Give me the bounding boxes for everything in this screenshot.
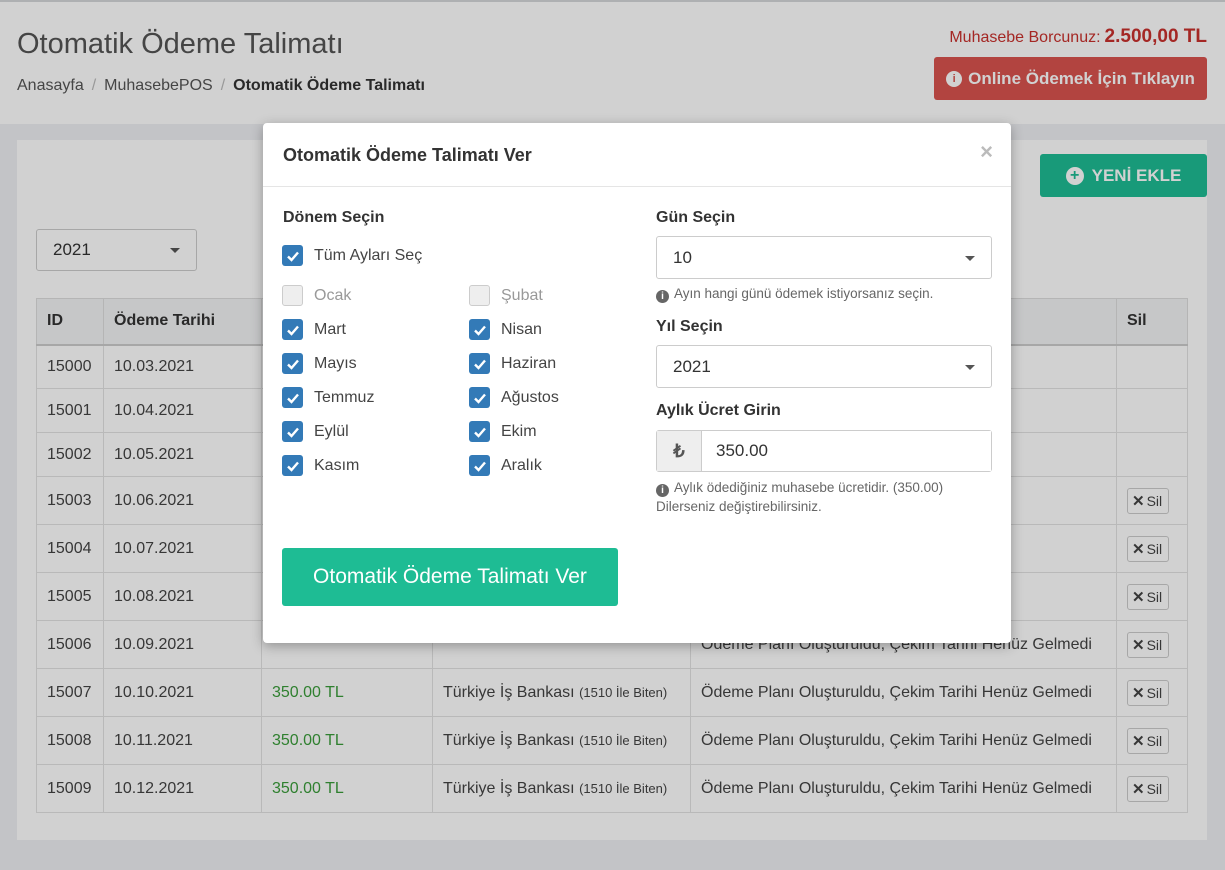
month-label: Ağustos [501, 388, 559, 406]
day-select-value: 10 [673, 247, 692, 267]
day-help-text: i Ayın hangi günü ödemek istiyorsanız se… [656, 284, 933, 303]
month-checkbox-row[interactable]: Haziran [469, 353, 556, 374]
year-select-value: 2021 [673, 356, 711, 376]
month-label: Ocak [314, 286, 352, 304]
month-label: Mart [314, 320, 346, 338]
day-select[interactable]: 10 [656, 236, 992, 279]
month-checkbox[interactable] [282, 353, 303, 374]
month-label: Nisan [501, 320, 542, 338]
select-all-label: Tüm Ayları Seç [314, 246, 423, 264]
month-checkbox-row: Şubat [469, 285, 543, 306]
month-checkbox-row[interactable]: Temmuz [282, 387, 374, 408]
day-help-label: Ayın hangi günü ödemek istiyorsanız seçi… [674, 286, 934, 301]
fee-input-group: ₺ [656, 430, 992, 472]
modal-header: Otomatik Ödeme Talimatı Ver × [263, 123, 1011, 187]
select-all-checkbox[interactable] [282, 245, 303, 266]
month-checkbox-row[interactable]: Mayıs [282, 353, 357, 374]
year-label: Yıl Seçin [656, 318, 723, 335]
month-checkbox[interactable] [282, 319, 303, 340]
month-checkbox [282, 285, 303, 306]
month-label: Mayıs [314, 354, 357, 372]
month-checkbox-row[interactable]: Aralık [469, 455, 542, 476]
close-icon[interactable]: × [980, 139, 993, 165]
month-label: Haziran [501, 354, 557, 372]
month-checkbox[interactable] [469, 421, 490, 442]
month-label: Aralık [501, 456, 542, 474]
modal-title: Otomatik Ödeme Talimatı Ver [283, 145, 532, 165]
month-checkbox[interactable] [469, 455, 490, 476]
month-label: Ekim [501, 422, 537, 440]
month-checkbox[interactable] [469, 353, 490, 374]
chevron-down-icon [965, 256, 975, 261]
fee-help-label: Aylık ödediğiniz muhasebe ücretidir. (35… [656, 480, 944, 514]
info-icon: i [656, 290, 669, 303]
month-checkbox-row[interactable]: Eylül [282, 421, 349, 442]
fee-help-text: i Aylık ödediğiniz muhasebe ücretidir. (… [656, 478, 976, 516]
month-checkbox[interactable] [282, 421, 303, 442]
select-all-checkbox-row[interactable]: Tüm Ayları Seç [282, 245, 422, 266]
month-checkbox-row[interactable]: Mart [282, 319, 346, 340]
period-label: Dönem Seçin [283, 209, 385, 226]
month-checkbox-row[interactable]: Ekim [469, 421, 537, 442]
month-checkbox-row[interactable]: Ağustos [469, 387, 559, 408]
year-select[interactable]: 2021 [656, 345, 992, 388]
day-label: Gün Seçin [656, 209, 736, 226]
month-label: Eylül [314, 422, 349, 440]
month-checkbox[interactable] [469, 319, 490, 340]
month-label: Kasım [314, 456, 360, 474]
submit-auto-payment-button[interactable]: Otomatik Ödeme Talimatı Ver [282, 548, 618, 606]
month-checkbox[interactable] [282, 387, 303, 408]
month-checkbox-row[interactable]: Nisan [469, 319, 542, 340]
lira-icon: ₺ [657, 431, 702, 471]
month-label: Temmuz [314, 388, 375, 406]
month-checkbox [469, 285, 490, 306]
month-checkbox-row[interactable]: Kasım [282, 455, 359, 476]
chevron-down-icon [965, 365, 975, 370]
monthly-fee-input[interactable] [702, 431, 991, 471]
fee-label: Aylık Ücret Girin [656, 402, 781, 419]
month-checkbox[interactable] [469, 387, 490, 408]
month-label: Şubat [501, 286, 543, 304]
month-checkbox[interactable] [282, 455, 303, 476]
auto-payment-modal: Otomatik Ödeme Talimatı Ver × Dönem Seçi… [263, 123, 1011, 643]
month-checkbox-row: Ocak [282, 285, 351, 306]
info-icon: i [656, 484, 669, 497]
